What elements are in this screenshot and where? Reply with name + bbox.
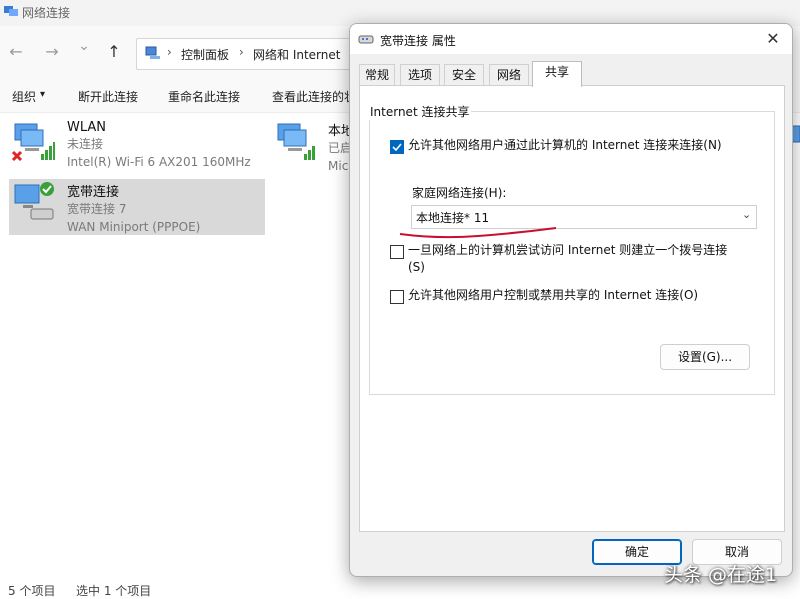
network-folder-icon	[4, 6, 18, 16]
view-status-button[interactable]: 查看此连接的状	[272, 88, 356, 105]
allow-control-label: 允许其他网络用户控制或禁用共享的 Internet 连接(O)	[408, 288, 699, 302]
tab-options[interactable]: 选项	[400, 64, 440, 86]
allow-share-checkbox[interactable]	[390, 140, 404, 154]
broadband-connection-icon	[14, 182, 54, 220]
address-bar[interactable]: › 控制面板 › 网络和 Internet	[136, 38, 378, 70]
connection-device: Intel(R) Wi-Fi 6 AX201 160MHz	[67, 155, 251, 169]
control-panel-icon	[145, 46, 160, 59]
tab-sharing[interactable]: 共享	[532, 61, 582, 87]
connection-item-wlan[interactable]: WLAN 未连接 Intel(R) Wi-Fi 6 AX201 160MHz	[9, 118, 265, 174]
recent-dropdown-icon[interactable]: ⌄	[74, 38, 94, 54]
tab-security[interactable]: 安全	[444, 64, 484, 86]
ics-groupbox: 允许其他网络用户通过此计算机的 Internet 连接来连接(N) 家庭网络连接…	[369, 111, 775, 395]
connection-status: 未连接	[67, 137, 104, 151]
tab-general[interactable]: 常规	[359, 64, 395, 86]
chevron-down-icon: ⌄	[742, 208, 752, 221]
connection-device: WAN Miniport (PPPOE)	[67, 220, 201, 234]
broadband-modem-icon	[358, 35, 374, 44]
breadcrumb-separator: ›	[239, 45, 244, 59]
partial-adapter-icon	[792, 125, 800, 143]
dialup-checkbox[interactable]	[390, 245, 404, 259]
allow-control-checkbox[interactable]	[390, 290, 404, 304]
window-title: 网络连接	[22, 6, 71, 20]
disconnect-button[interactable]: 断开此连接	[78, 88, 138, 105]
checkmark-icon	[392, 143, 402, 152]
forward-arrow-icon[interactable]: →	[42, 42, 62, 61]
dialog-title: 宽带连接 属性	[380, 34, 456, 48]
home-network-label: 家庭网络连接(H):	[412, 186, 507, 200]
settings-button[interactable]: 设置(G)...	[660, 344, 750, 370]
tab-networking[interactable]: 网络	[489, 64, 529, 86]
selected-count: 选中 1 个项目	[76, 584, 152, 598]
connection-status: 宽带连接 7	[67, 202, 127, 216]
rename-button[interactable]: 重命名此连接	[168, 88, 240, 105]
connection-name: 宽带连接	[67, 185, 120, 200]
allow-share-label: 允许其他网络用户通过此计算机的 Internet 连接来连接(N)	[408, 138, 722, 152]
dialog-titlebar[interactable]: 宽带连接 属性 ✕	[350, 24, 792, 54]
group-title: Internet 连接共享	[368, 103, 472, 120]
red-underline-annotation	[399, 227, 557, 239]
wifi-adapter-icon	[11, 123, 55, 162]
organize-menu[interactable]: 组织	[12, 88, 36, 105]
connection-item-local[interactable]: 本地 已启 Mic	[272, 118, 354, 174]
properties-dialog: 宽带连接 属性 ✕ 常规 选项 安全 网络 共享 Internet 连接共享 允…	[349, 23, 793, 577]
item-count: 5 个项目	[8, 584, 56, 598]
up-arrow-icon[interactable]: ↑	[104, 42, 124, 61]
dialup-label-hotkey: (S)	[408, 260, 425, 274]
dialup-label: 一旦网络上的计算机尝试访问 Internet 则建立一个拨号连接	[408, 243, 728, 257]
organize-dropdown-icon[interactable]: ▾	[40, 89, 45, 100]
close-icon[interactable]: ✕	[762, 28, 784, 50]
breadcrumb-separator: ›	[167, 45, 172, 59]
breadcrumb-network-internet[interactable]: 网络和 Internet	[253, 46, 340, 63]
watermark-text: 头条 @在途1	[664, 564, 778, 586]
back-arrow-icon[interactable]: ←	[6, 42, 26, 61]
connection-item-broadband[interactable]: 宽带连接 宽带连接 7 WAN Miniport (PPPOE)	[9, 179, 265, 235]
breadcrumb-control-panel[interactable]: 控制面板	[181, 46, 229, 63]
ethernet-adapter-icon	[277, 123, 315, 160]
connection-name: WLAN	[67, 120, 107, 135]
home-network-value: 本地连接* 11	[416, 211, 490, 225]
sharing-tab-panel: Internet 连接共享 允许其他网络用户通过此计算机的 Internet 连…	[359, 85, 785, 532]
